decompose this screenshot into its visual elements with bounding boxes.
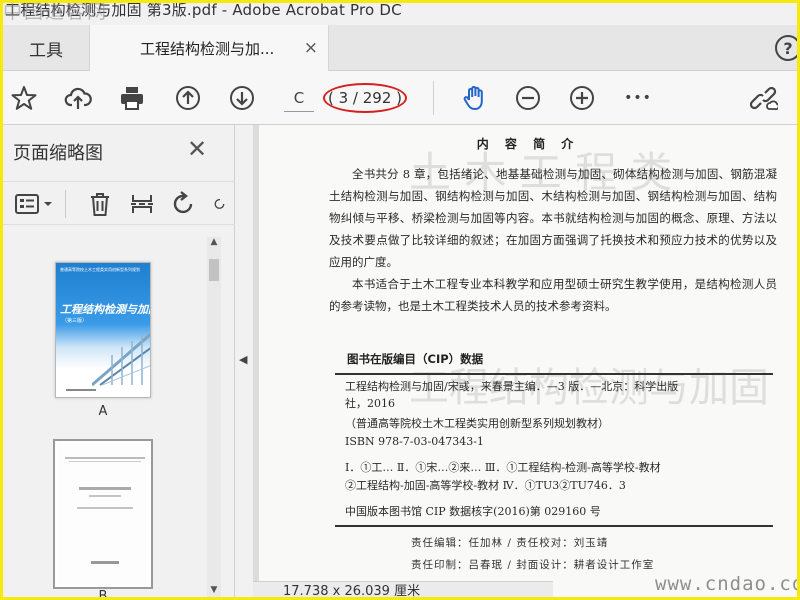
cip-line: 社，2016 bbox=[345, 397, 395, 410]
tab-bar: 工具 工程结构检测与加... × ? bbox=[3, 25, 797, 71]
cip-bottom-rule bbox=[335, 525, 773, 527]
page-count-indicator: ( 3 / 292 ) bbox=[323, 83, 407, 113]
scrollbar-thumb[interactable] bbox=[209, 259, 219, 281]
delete-page-icon[interactable] bbox=[87, 190, 113, 218]
cip-line: Ⅰ．①工… Ⅱ．①宋…②来… Ⅲ．①工程结构-检测-高等学校-教材 bbox=[345, 461, 661, 474]
tab-close-icon[interactable]: × bbox=[304, 38, 318, 58]
document-view[interactable]: 土 木 工 程 类 工程结构检测与加固 内 容 简 介 全书共分 8 章，包括绪… bbox=[253, 125, 797, 597]
thumbnail-list: 普通高等院校土木工程类实用创新型系列规划教材 工程结构检测与加固 （第三版） A bbox=[3, 225, 221, 597]
zoom-in-icon[interactable] bbox=[567, 83, 597, 113]
thumbnail-pane-title: 页面缩略图 bbox=[13, 143, 103, 164]
scroll-down-arrow-icon[interactable]: ▼ bbox=[207, 585, 221, 597]
bookmark-star-icon[interactable] bbox=[9, 83, 39, 113]
thumbnail-page-b[interactable] bbox=[53, 439, 153, 589]
thumbnail-pane: 页面缩略图 ✕ 普通高等院校土木工程类实用创新型系列规划教材 工程结构检测与加固… bbox=[3, 125, 235, 597]
toolbar-divider bbox=[433, 81, 434, 115]
zoom-out-icon[interactable] bbox=[513, 83, 543, 113]
cover-edition: （第三版） bbox=[62, 318, 88, 324]
summary-heading: 内 容 简 介 bbox=[476, 137, 580, 151]
rotate-clockwise-icon[interactable] bbox=[213, 190, 227, 218]
cover-publisher-mark bbox=[66, 389, 96, 391]
main-toolbar: C ( 3 / 292 ) ••• bbox=[3, 71, 797, 125]
next-page-icon[interactable] bbox=[227, 83, 257, 113]
extract-page-icon[interactable] bbox=[129, 190, 155, 218]
cip-line: 中国版本图书馆 CIP 数据核字(2016)第 029160 号 bbox=[345, 505, 601, 518]
thumbnail-scrollbar[interactable]: ▲ ▼ bbox=[207, 237, 221, 597]
acrobat-window: 工程结构检测与加固 第3版.pdf - Adobe Acrobat Pro DC… bbox=[3, 3, 797, 597]
help-icon[interactable]: ? bbox=[775, 35, 797, 61]
tab-document-label: 工程结构检测与加... bbox=[140, 39, 275, 58]
cip-line: 工程结构检测与加固/宋彧，来春景主编．—3 版．—北京：科学出版 bbox=[345, 380, 679, 393]
close-pane-icon[interactable]: ✕ bbox=[187, 135, 207, 163]
page-watermark: www.cndao.com bbox=[655, 573, 797, 595]
status-bar: 17.738 x 26.039 厘米 bbox=[253, 581, 553, 597]
share-link-icon[interactable] bbox=[749, 83, 779, 113]
printing-credits: 责任印制：吕春珉 / 封面设计：耕者设计工作室 bbox=[411, 559, 655, 571]
scroll-up-arrow-icon[interactable]: ▲ bbox=[207, 237, 221, 249]
thumbnail-label-b: B bbox=[98, 589, 108, 597]
rotate-page-icon[interactable] bbox=[171, 190, 197, 218]
cip-top-rule bbox=[335, 373, 773, 375]
summary-paragraph-1: 全书共分 8 章，包括绪论、地基基础检测与加固、砌体结构检测与加固、钢筋混凝土结… bbox=[329, 167, 777, 269]
collapse-pane-arrow-icon[interactable]: ◀ bbox=[239, 353, 247, 366]
cip-title: 图书在版编目（CIP）数据 bbox=[347, 352, 484, 366]
page-number-input[interactable]: C bbox=[284, 84, 314, 112]
thumbnail-tools bbox=[3, 181, 235, 225]
cip-line: ②工程结构-加固-高等学校-教材 Ⅳ．①TU3②TU746．3 bbox=[345, 479, 626, 492]
title-bar: 工程结构检测与加固 第3版.pdf - Adobe Acrobat Pro DC… bbox=[3, 3, 797, 25]
cover-title: 工程结构检测与加固 bbox=[60, 303, 151, 316]
thumbnail-page-a[interactable]: 普通高等院校土木工程类实用创新型系列规划教材 工程结构检测与加固 （第三版） bbox=[55, 262, 151, 398]
cover-bridge-graphic bbox=[92, 332, 150, 387]
thumbnail-tools-divider bbox=[65, 190, 66, 218]
cip-line: ISBN 978-7-03-047343-1 bbox=[345, 435, 484, 448]
tab-document[interactable]: 工程结构检测与加... × bbox=[89, 25, 329, 71]
print-icon[interactable] bbox=[117, 83, 147, 113]
thumbnail-label-a: A bbox=[98, 404, 108, 419]
tab-tools[interactable]: 工具 bbox=[3, 25, 89, 71]
summary-paragraph-2: 本书适合于土木工程专业本科教学和应用型硕士研究生教学使用，是结构检测人员的参考读… bbox=[329, 277, 777, 313]
editor-credits: 责任编辑：任加林 / 责任校对：刘玉靖 bbox=[411, 537, 609, 549]
pdf-page: 土 木 工 程 类 工程结构检测与加固 内 容 简 介 全书共分 8 章，包括绪… bbox=[259, 125, 797, 597]
previous-page-icon[interactable] bbox=[173, 83, 203, 113]
cip-line: （普通高等院校土木工程类实用创新型系列规划教材） bbox=[345, 417, 609, 430]
thumbnail-options-icon[interactable] bbox=[13, 190, 55, 218]
more-tools-icon[interactable]: ••• bbox=[623, 83, 653, 113]
page-size-readout: 17.738 x 26.039 厘米 bbox=[283, 584, 421, 597]
cover-series-text: 普通高等院校土木工程类实用创新型系列规划教材 bbox=[60, 267, 140, 272]
hand-tool-icon[interactable] bbox=[459, 83, 489, 113]
cloud-upload-icon[interactable] bbox=[63, 83, 93, 113]
site-watermark: 中国道客网 bbox=[3, 3, 109, 23]
